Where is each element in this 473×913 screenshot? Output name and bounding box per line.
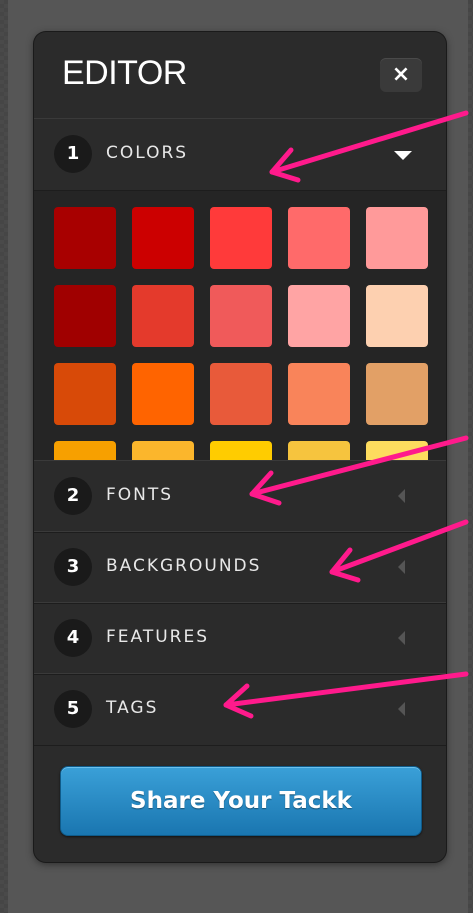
chevron-left-icon [398,560,405,574]
section-label-fonts: FONTS [106,485,174,505]
step-number-2: 2 [54,477,92,515]
section-label-colors: COLORS [106,143,189,163]
chevron-left-icon [398,702,405,716]
color-swatch[interactable] [132,441,194,461]
chevron-left-icon [398,631,405,645]
color-swatch[interactable] [288,363,350,425]
step-number-4: 4 [54,619,92,657]
section-tags[interactable]: 5 TAGS [34,673,446,746]
color-swatch[interactable] [132,363,194,425]
section-features[interactable]: 4 FEATURES [34,602,446,675]
section-backgrounds[interactable]: 3 BACKGROUNDS [34,531,446,604]
color-swatch[interactable] [210,285,272,347]
editor-title: EDITOR [62,54,187,92]
color-swatch[interactable] [288,207,350,269]
color-swatch[interactable] [366,285,428,347]
chevron-left-icon [398,489,405,503]
editor-header: EDITOR × [34,32,446,119]
color-swatch[interactable] [54,207,116,269]
step-number-5: 5 [54,690,92,728]
color-swatch[interactable] [132,285,194,347]
color-swatch[interactable] [54,441,116,461]
color-swatch[interactable] [54,363,116,425]
close-button[interactable]: × [380,58,422,92]
chevron-down-icon [394,151,412,160]
section-colors[interactable]: 1 COLORS [34,118,446,191]
close-icon: × [391,62,411,87]
color-swatch[interactable] [54,285,116,347]
color-swatch[interactable] [210,441,272,461]
step-number-3: 3 [54,548,92,586]
share-button[interactable]: Share Your Tackk [60,766,422,836]
section-fonts[interactable]: 2 FONTS [34,460,446,533]
section-label-backgrounds: BACKGROUNDS [106,556,262,576]
step-number-1: 1 [54,135,92,173]
color-swatch[interactable] [366,207,428,269]
color-swatch[interactable] [288,441,350,461]
color-swatch[interactable] [132,207,194,269]
color-swatch[interactable] [288,285,350,347]
color-swatch[interactable] [366,363,428,425]
section-label-features: FEATURES [106,627,210,647]
editor-panel: EDITOR × 1 COLORS 2 FONTS 3 BACKGROUNDS … [34,32,446,862]
section-label-tags: TAGS [106,698,159,718]
color-swatch[interactable] [210,363,272,425]
color-swatch-grid [34,190,446,461]
color-swatch[interactable] [210,207,272,269]
color-swatch[interactable] [366,441,428,461]
